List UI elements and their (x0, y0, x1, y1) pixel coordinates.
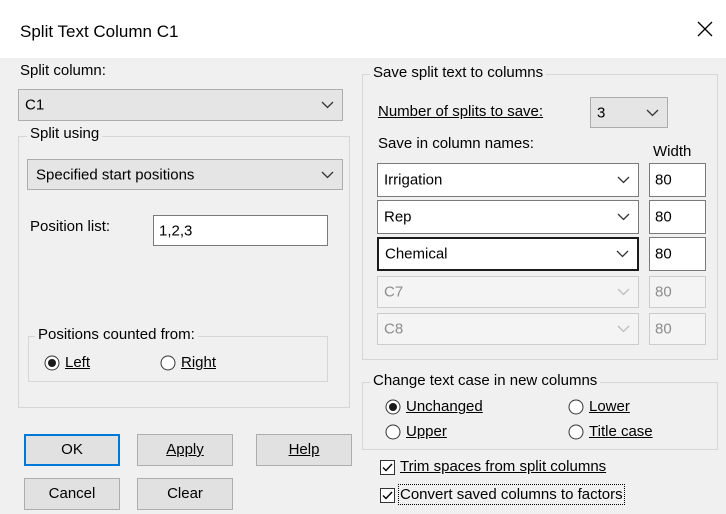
split-text-dialog: Split Text Column C1 Split column: C1 Sp… (0, 0, 726, 514)
clear-button[interactable]: Clear (137, 478, 233, 510)
close-icon[interactable] (690, 14, 720, 44)
split-method-select[interactable]: Specified start positions (27, 159, 343, 190)
column-name-value: Rep (384, 208, 412, 226)
width-value: 80 (655, 245, 672, 263)
window-title: Split Text Column C1 (20, 22, 179, 41)
width-header: Width (653, 143, 692, 160)
split-column-select[interactable]: C1 (18, 89, 343, 121)
column-name-value: C8 (384, 320, 404, 338)
positions-from-legend: Positions counted from: (35, 326, 198, 343)
chevron-down-icon (617, 176, 630, 184)
convert-factors-label: Convert saved columns to factors (398, 484, 625, 505)
radio-title-case-label: Title case (589, 423, 653, 440)
position-list-input[interactable]: 1,2,3 (153, 215, 328, 246)
radio-lower[interactable] (568, 399, 584, 415)
convert-factors-checkbox[interactable] (380, 488, 395, 503)
width-value: 80 (655, 320, 672, 338)
num-splits-label: Number of splits to save: (378, 103, 544, 120)
ok-button[interactable]: OK (24, 434, 120, 466)
radio-left-label: Left (65, 354, 91, 371)
chevron-down-icon (617, 213, 630, 221)
num-splits-value: 3 (597, 104, 606, 121)
radio-right[interactable] (160, 355, 176, 371)
radio-unchanged-label: Unchanged (406, 398, 483, 415)
width-input[interactable]: 80 (649, 313, 706, 345)
column-name-select[interactable]: C7 (377, 276, 639, 308)
split-column-value: C1 (25, 96, 45, 114)
num-splits-select[interactable]: 3 (590, 97, 668, 128)
trim-spaces-label: Trim spaces from split columns (400, 458, 607, 475)
width-value: 80 (655, 208, 672, 226)
position-list-label: Position list: (30, 218, 111, 235)
radio-upper-label: Upper (406, 423, 447, 440)
radio-upper[interactable] (385, 424, 401, 440)
save-split-legend: Save split text to columns (370, 64, 547, 81)
split-method-value: Specified start positions (36, 166, 195, 183)
column-name-select[interactable]: Irrigation (377, 163, 639, 197)
trim-spaces-checkbox[interactable] (380, 460, 395, 475)
split-column-label: Split column: (20, 62, 106, 79)
width-value: 80 (655, 283, 672, 301)
chevron-down-icon (617, 288, 630, 296)
position-list-value: 1,2,3 (159, 222, 193, 239)
chevron-down-icon (617, 325, 630, 333)
column-name-select[interactable]: Chemical (377, 237, 639, 271)
help-button[interactable]: Help (256, 434, 352, 466)
width-input[interactable]: 80 (649, 276, 706, 308)
chevron-down-icon (616, 250, 629, 258)
radio-unchanged[interactable] (385, 399, 401, 415)
title-bar: Split Text Column C1 (0, 0, 726, 58)
cancel-button[interactable]: Cancel (24, 478, 120, 510)
radio-lower-label: Lower (589, 398, 630, 415)
apply-button[interactable]: Apply (137, 434, 233, 466)
column-name-select[interactable]: Rep (377, 200, 639, 234)
width-input[interactable]: 80 (649, 237, 706, 271)
column-name-select[interactable]: C8 (377, 313, 639, 345)
column-name-value: C7 (384, 283, 404, 301)
radio-left[interactable] (44, 355, 60, 371)
chevron-down-icon (646, 109, 659, 116)
width-value: 80 (655, 171, 672, 189)
radio-right-label: Right (181, 354, 217, 371)
column-name-value: Chemical (385, 245, 448, 263)
chevron-down-icon (321, 171, 334, 178)
width-input[interactable]: 80 (649, 200, 706, 234)
width-input[interactable]: 80 (649, 163, 706, 197)
split-using-legend: Split using (27, 125, 103, 142)
text-case-legend: Change text case in new columns (370, 372, 601, 389)
column-name-value: Irrigation (384, 171, 443, 189)
column-names-label: Save in column names: (378, 135, 534, 152)
chevron-down-icon (321, 101, 334, 109)
radio-title-case[interactable] (568, 424, 584, 440)
